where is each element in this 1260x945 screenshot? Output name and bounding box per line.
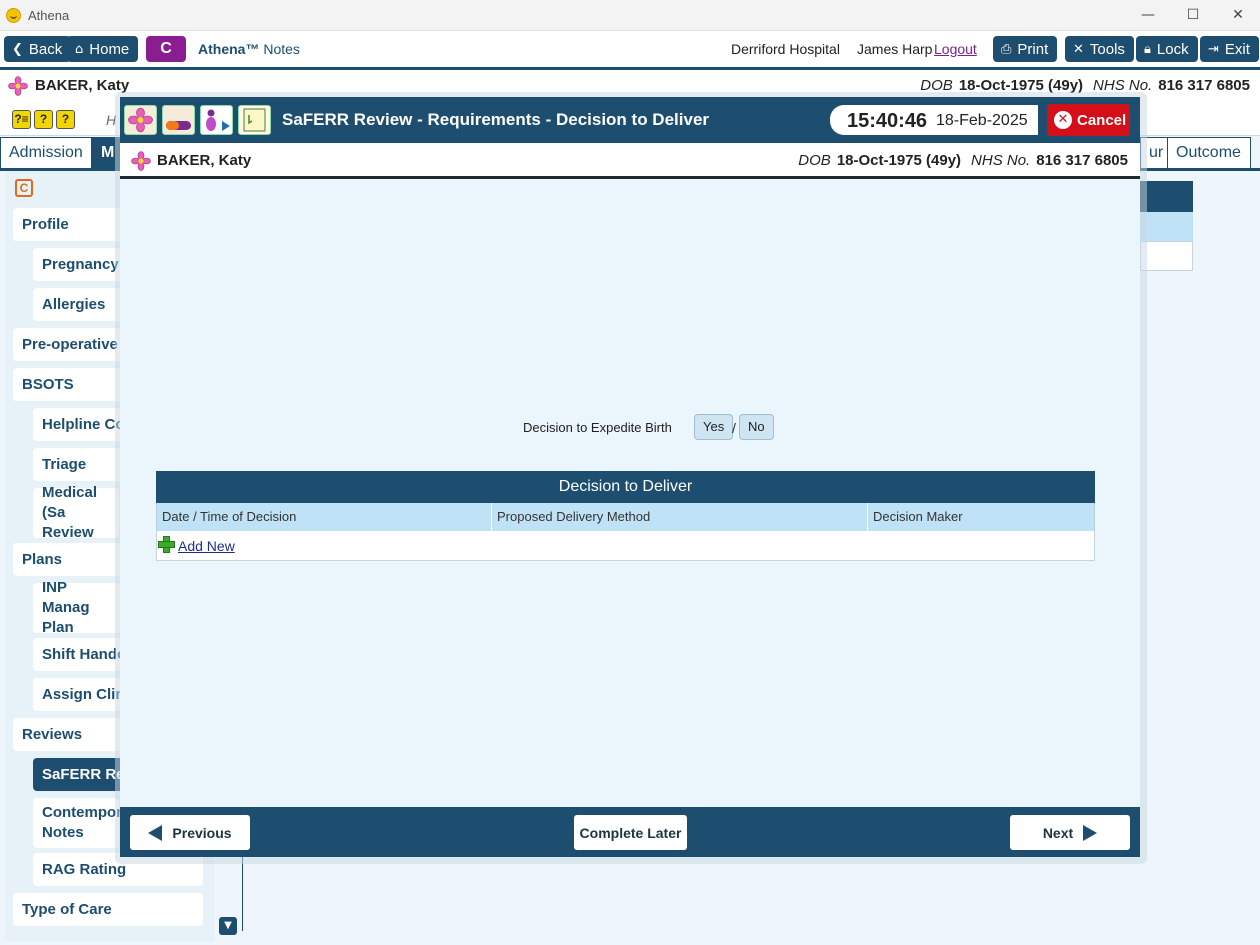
nav-inp-management-plan[interactable]: INP Manag Plan <box>33 579 121 636</box>
c-button[interactable]: C <box>146 36 186 62</box>
modal-title: SaFERR Review - Requirements - Decision … <box>282 110 710 129</box>
help-icon[interactable]: ? <box>34 110 53 129</box>
clock-time: 15:40:46 <box>847 110 928 132</box>
medication-icon[interactable] <box>162 105 195 135</box>
nav-medical-review[interactable]: Medical (Sa Review <box>33 484 119 541</box>
next-button[interactable]: Next <box>1010 815 1130 850</box>
expedite-birth-label: Decision to Expedite Birth <box>523 420 672 435</box>
complete-later-button[interactable]: Complete Later <box>574 815 687 850</box>
table-title: Decision to Deliver <box>156 471 1095 503</box>
lock-button[interactable]: 🔒︎ Lock <box>1136 36 1198 62</box>
cancel-button[interactable]: ✕ Cancel <box>1047 104 1130 136</box>
logout-link[interactable]: Logout <box>934 41 977 57</box>
print-button[interactable]: ⎙ Print <box>993 36 1058 62</box>
modal-patient-identifiers: DOB 18-Oct-1975 (49y) NHS No. 816 317 6805 <box>798 152 1128 169</box>
bg-table-row <box>1140 241 1193 271</box>
arrow-right-icon <box>1083 824 1098 841</box>
bg-table-header <box>1140 181 1193 212</box>
back-button[interactable]: ❮ Back <box>4 36 72 62</box>
minimize-button[interactable]: — <box>1125 5 1171 25</box>
clock-display: 15:40:46 18-Feb-2025 <box>830 105 1038 135</box>
close-window-button[interactable]: ✕ <box>1215 5 1260 25</box>
tools-button[interactable]: ✕ Tools <box>1065 36 1134 62</box>
maximize-button[interactable]: ☐ <box>1170 5 1216 25</box>
tools-icon: ✕ <box>1073 41 1084 57</box>
nav-type-of-care[interactable]: Type of Care <box>13 893 203 926</box>
app-name: Athena™ Notes <box>198 41 300 57</box>
clock-date: 18-Feb-2025 <box>936 112 1028 129</box>
c-brand-icon: C <box>15 179 33 197</box>
decision-to-deliver-table: Decision to Deliver Date / Time of Decis… <box>156 471 1095 561</box>
hospital-name: Derriford Hospital <box>731 41 840 57</box>
help-icon-2[interactable]: ? <box>56 110 75 129</box>
help-list-icon[interactable]: ?≡ <box>12 110 31 129</box>
scroll-down-icon[interactable]: ▼ <box>219 917 237 935</box>
yes-no-separator: / <box>732 420 736 436</box>
add-new-link[interactable]: Add New <box>178 538 235 554</box>
notes-icon[interactable] <box>238 105 271 135</box>
top-toolbar: ❮ Back ⌂ Home C Athena™ Notes Derriford … <box>0 31 1260 67</box>
modal-patient-banner: BAKER, Katy DOB 18-Oct-1975 (49y) NHS No. 8… <box>120 143 1140 179</box>
column-header[interactable]: Decision Maker <box>868 503 1094 531</box>
athena-logo-icon <box>6 8 21 23</box>
column-header[interactable]: Proposed Delivery Method <box>492 503 868 531</box>
patient-name: BAKER, Katy <box>35 77 130 94</box>
flower-toolbar-icon[interactable] <box>124 105 157 135</box>
flower-icon <box>8 76 28 96</box>
window-titlebar: Athena — ☐ ✕ <box>0 0 1260 31</box>
flower-icon <box>131 151 151 171</box>
chevron-left-icon: ❮ <box>12 41 23 57</box>
add-row: Add New <box>156 531 1095 561</box>
exit-icon: ⇥ <box>1208 41 1219 57</box>
previous-button[interactable]: Previous <box>130 815 250 850</box>
window-title: Athena <box>28 8 70 23</box>
modal-footer: Previous Complete Later Next <box>120 807 1140 857</box>
home-button[interactable]: ⌂ Home <box>67 36 139 62</box>
table-column-headers: Date / Time of Decision Proposed Deliver… <box>156 503 1095 531</box>
home-icon: ⌂ <box>75 41 84 57</box>
help-icons: ?≡ ? ? <box>12 110 75 129</box>
close-circle-icon: ✕ <box>1054 111 1072 129</box>
modal-header: SaFERR Review - Requirements - Decision … <box>120 97 1140 143</box>
printer-icon: ⎙ <box>1001 41 1012 57</box>
column-header[interactable]: Date / Time of Decision <box>157 503 492 531</box>
tab-outcome[interactable]: Outcome <box>1167 137 1251 169</box>
exit-button[interactable]: ⇥ Exit <box>1200 36 1259 62</box>
no-button[interactable]: No <box>739 414 774 440</box>
user-name: James Harp <box>857 41 933 57</box>
tab-admission[interactable]: Admission <box>0 137 92 169</box>
bg-table-columns <box>1140 212 1193 241</box>
lock-icon: 🔒︎ <box>1144 41 1151 57</box>
modal-patient-name: BAKER, Katy <box>157 152 252 169</box>
patient-play-icon[interactable] <box>200 105 233 135</box>
background-table-fragment <box>1140 181 1193 271</box>
arrow-left-icon <box>148 824 163 841</box>
nav-contemporaneous-notes[interactable]: Contempor Notes <box>33 798 122 848</box>
saferr-modal: SaFERR Review - Requirements - Decision … <box>120 97 1140 857</box>
yes-button[interactable]: Yes <box>694 414 734 440</box>
plus-icon[interactable] <box>158 536 175 553</box>
